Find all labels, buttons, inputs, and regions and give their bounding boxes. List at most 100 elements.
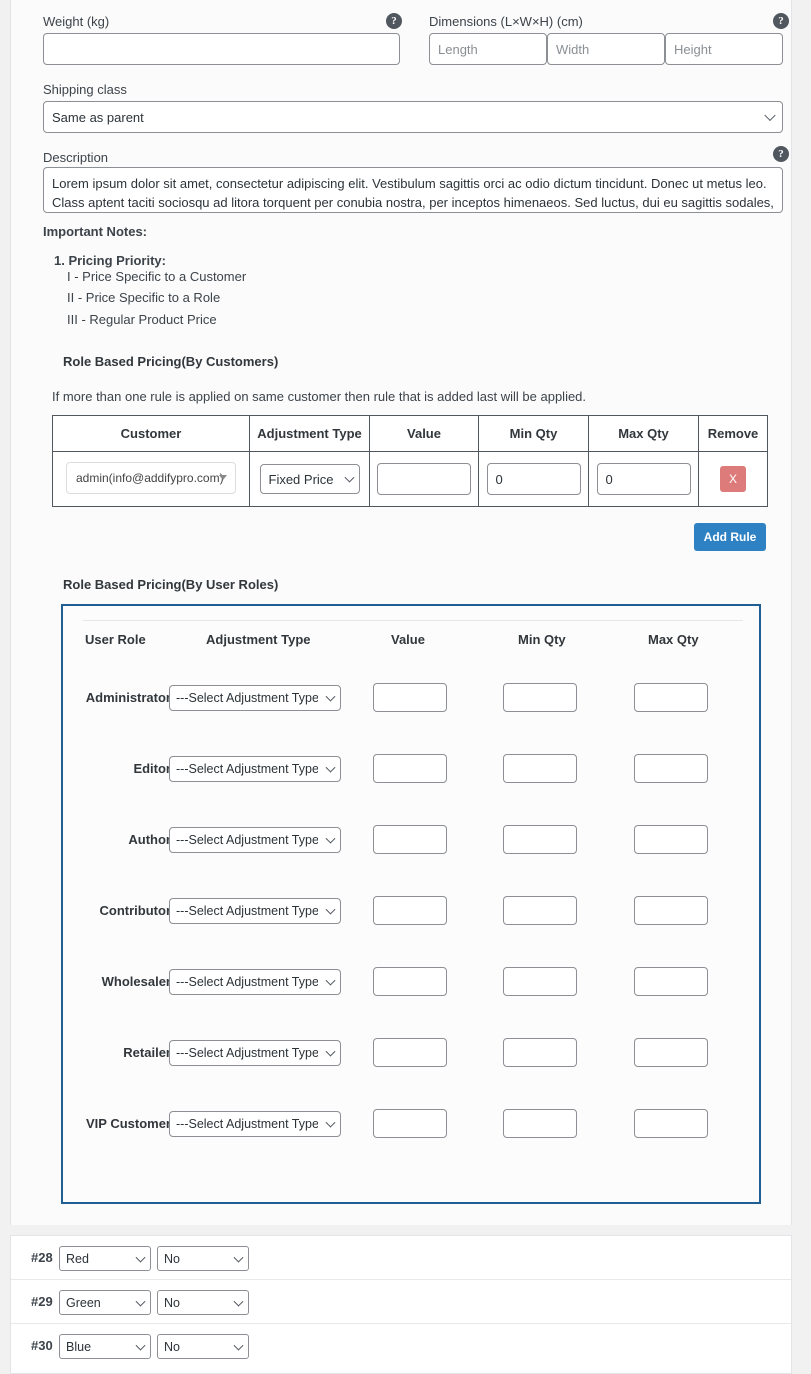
variation-row: #28 RedGreenBlueNoYes xyxy=(11,1236,791,1280)
rule-max-qty-input[interactable] xyxy=(596,463,691,495)
customer-select[interactable]: admin(info@addifypro.com) xyxy=(66,461,236,494)
role-label-vip-customer: VIP Customer xyxy=(85,1116,171,1131)
weight-input[interactable] xyxy=(43,33,400,65)
role-value-input-retailer[interactable] xyxy=(373,1038,447,1067)
shipping-class-select[interactable]: Same as parent xyxy=(43,101,783,133)
role-min-qty-input-wholesaler[interactable] xyxy=(503,967,577,996)
role-min-qty-input-editor[interactable] xyxy=(503,754,577,783)
rp-col-max-qty: Max Qty xyxy=(648,632,699,647)
role-max-qty-input-retailer[interactable] xyxy=(634,1038,708,1067)
role-adjustment-select-author[interactable]: ---Select Adjustment Type---Fixed PriceP… xyxy=(169,827,341,853)
cell-customer: admin(info@addifypro.com) xyxy=(52,451,250,507)
role-label-wholesaler: Wholesaler xyxy=(101,974,171,989)
col-min-qty: Min Qty xyxy=(478,415,589,452)
customer-pricing-hint: If more than one rule is applied on same… xyxy=(52,389,587,404)
variation-attribute-select[interactable]: RedGreenBlue xyxy=(59,1246,151,1271)
cell-max-qty xyxy=(588,451,699,507)
variation-row: #29 RedGreenBlueNoYes xyxy=(11,1280,791,1324)
variation-attribute-select[interactable]: RedGreenBlue xyxy=(59,1290,151,1315)
role-label-retailer: Retailer xyxy=(123,1045,171,1060)
role-adjustment-select-editor[interactable]: ---Select Adjustment Type---Fixed PriceP… xyxy=(169,756,341,782)
variation-number: #29 xyxy=(31,1294,53,1309)
role-min-qty-input-contributor[interactable] xyxy=(503,896,577,925)
rp-col-min-qty: Min Qty xyxy=(518,632,566,647)
role-value-input-contributor[interactable] xyxy=(373,896,447,925)
variation-enabled-select[interactable]: NoYes xyxy=(157,1246,249,1271)
remove-rule-button[interactable]: X xyxy=(720,466,746,492)
adjustment-type-select-wrap: Fixed PricePercentage DiscountFixed Disc… xyxy=(259,464,360,494)
role-max-qty-input-vip-customer[interactable] xyxy=(634,1109,708,1138)
panel-divider xyxy=(83,620,743,621)
pricing-priority-title: 1. Pricing Priority: xyxy=(54,253,166,268)
width-input[interactable] xyxy=(547,33,665,65)
role-adjustment-select-contributor[interactable]: ---Select Adjustment Type---Fixed PriceP… xyxy=(169,898,341,924)
weight-help-icon[interactable]: ? xyxy=(386,13,402,29)
length-input[interactable] xyxy=(429,33,547,65)
adjustment-type-select[interactable]: Fixed PricePercentage DiscountFixed Disc… xyxy=(259,464,360,494)
rule-value-input[interactable] xyxy=(377,463,471,495)
customer-pricing-section-title: Role Based Pricing(By Customers) xyxy=(63,354,279,369)
variation-number: #28 xyxy=(31,1250,53,1265)
variation-attribute-select-wrap: RedGreenBlue xyxy=(59,1246,151,1271)
weight-label: Weight (kg) xyxy=(43,14,110,29)
role-adjustment-select-wrap-wholesaler: ---Select Adjustment Type---Fixed PriceP… xyxy=(169,969,341,995)
add-rule-button[interactable]: Add Rule xyxy=(694,523,766,551)
cell-remove: X xyxy=(698,451,768,507)
role-label-editor: Editor xyxy=(133,761,171,776)
table-row: admin(info@addifypro.com) Fixed PricePer… xyxy=(52,451,768,507)
description-textarea[interactable] xyxy=(43,167,783,213)
col-max-qty: Max Qty xyxy=(588,415,699,452)
role-max-qty-input-editor[interactable] xyxy=(634,754,708,783)
cell-adjustment-type: Fixed PricePercentage DiscountFixed Disc… xyxy=(249,451,370,507)
role-value-input-administrator[interactable] xyxy=(373,683,447,712)
variation-enabled-select-wrap: NoYes xyxy=(157,1246,249,1271)
role-adjustment-select-wrap-contributor: ---Select Adjustment Type---Fixed PriceP… xyxy=(169,898,341,924)
variation-enabled-select[interactable]: NoYes xyxy=(157,1334,249,1359)
description-help-icon[interactable]: ? xyxy=(773,146,789,162)
customer-pricing-table: Customer Adjustment Type Value Min Qty M… xyxy=(52,415,768,507)
col-adjustment-type: Adjustment Type xyxy=(249,415,370,452)
role-label-contributor: Contributor xyxy=(99,903,171,918)
role-min-qty-input-author[interactable] xyxy=(503,825,577,854)
important-notes-title: Important Notes: xyxy=(43,224,147,239)
role-label-administrator: Administrator xyxy=(85,690,171,705)
role-adjustment-select-wrap-author: ---Select Adjustment Type---Fixed PriceP… xyxy=(169,827,341,853)
variation-attribute-select[interactable]: RedGreenBlue xyxy=(59,1334,151,1359)
role-value-input-vip-customer[interactable] xyxy=(373,1109,447,1138)
role-max-qty-input-wholesaler[interactable] xyxy=(634,967,708,996)
role-adjustment-select-wrap-administrator: ---Select Adjustment Type---Fixed PriceP… xyxy=(169,685,341,711)
cell-value xyxy=(369,451,479,507)
role-adjustment-select-vip-customer[interactable]: ---Select Adjustment Type---Fixed PriceP… xyxy=(169,1111,341,1137)
variation-enabled-select-wrap: NoYes xyxy=(157,1290,249,1315)
role-adjustment-select-administrator[interactable]: ---Select Adjustment Type---Fixed PriceP… xyxy=(169,685,341,711)
role-pricing-section-title: Role Based Pricing(By User Roles) xyxy=(63,577,279,592)
rule-min-qty-input[interactable] xyxy=(486,463,581,495)
variation-list-panel: #28RedGreenBlueNoYes#29RedGreenBlueNoYes… xyxy=(10,1235,792,1374)
shipping-class-select-wrap: Same as parent xyxy=(43,101,783,133)
shipping-class-label: Shipping class xyxy=(43,82,127,97)
rp-col-value: Value xyxy=(391,632,425,647)
role-min-qty-input-retailer[interactable] xyxy=(503,1038,577,1067)
height-input[interactable] xyxy=(665,33,783,65)
role-min-qty-input-vip-customer[interactable] xyxy=(503,1109,577,1138)
variation-enabled-select[interactable]: NoYes xyxy=(157,1290,249,1315)
role-value-input-wholesaler[interactable] xyxy=(373,967,447,996)
role-max-qty-input-author[interactable] xyxy=(634,825,708,854)
role-min-qty-input-administrator[interactable] xyxy=(503,683,577,712)
variation-row: #30 RedGreenBlueNoYes xyxy=(11,1324,791,1368)
role-value-input-author[interactable] xyxy=(373,825,447,854)
role-adjustment-select-retailer[interactable]: ---Select Adjustment Type---Fixed PriceP… xyxy=(169,1040,341,1066)
role-value-input-editor[interactable] xyxy=(373,754,447,783)
role-adjustment-select-wholesaler[interactable]: ---Select Adjustment Type---Fixed PriceP… xyxy=(169,969,341,995)
pricing-priority-item-2: II - Price Specific to a Role xyxy=(67,290,221,305)
dimensions-help-icon[interactable]: ? xyxy=(773,13,789,29)
role-max-qty-input-administrator[interactable] xyxy=(634,683,708,712)
pricing-priority-item-1: I - Price Specific to a Customer xyxy=(67,269,247,284)
role-adjustment-select-wrap-vip-customer: ---Select Adjustment Type---Fixed PriceP… xyxy=(169,1111,341,1137)
cell-min-qty xyxy=(478,451,589,507)
role-max-qty-input-contributor[interactable] xyxy=(634,896,708,925)
dimensions-label: Dimensions (L×W×H) (cm) xyxy=(429,14,583,29)
role-pricing-panel: User Role Adjustment Type Value Min Qty … xyxy=(61,604,761,1204)
col-remove: Remove xyxy=(698,415,768,452)
role-label-author: Author xyxy=(128,832,171,847)
